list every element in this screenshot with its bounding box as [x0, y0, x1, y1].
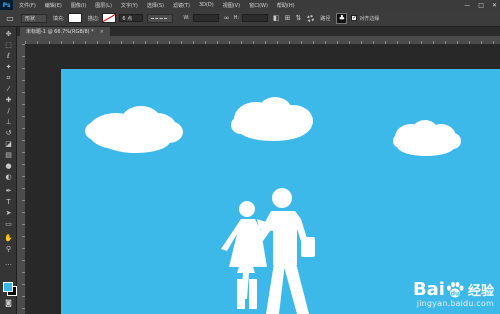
dodge-tool-icon[interactable]: ◐: [4, 173, 13, 181]
history-brush-icon[interactable]: ↺: [4, 129, 13, 137]
mode-select-value: 形状: [25, 15, 36, 22]
menu-image[interactable]: 图像(I): [71, 2, 86, 9]
menu-bar: Ps 文件(F) 编辑(E) 图像(I) 图层(L) 文字(Y) 选择(S) 滤…: [0, 0, 500, 10]
stroke-label: 描边:: [87, 15, 100, 22]
width-field[interactable]: [192, 14, 219, 22]
cloud-middle: [231, 97, 313, 141]
brush-tool-icon[interactable]: ∕: [4, 107, 13, 115]
hand-tool-icon[interactable]: ✋: [4, 234, 13, 242]
menu-file[interactable]: 文件(F): [19, 2, 36, 9]
menu-help[interactable]: 帮助(H): [277, 2, 295, 9]
minimize-button[interactable]: —: [464, 2, 470, 9]
document-tab[interactable]: 未标题-1 @ 66.7%(RGB/8) * ×: [20, 27, 110, 36]
lasso-tool-icon[interactable]: ℓ: [4, 52, 13, 60]
paths-label: 路径: [320, 15, 331, 22]
zoom-tool-icon[interactable]: ⚲: [4, 245, 13, 253]
menu-layer[interactable]: 图层(L): [95, 2, 112, 9]
stroke-swatch[interactable]: [102, 13, 117, 23]
menu-type[interactable]: 文字(Y): [121, 2, 138, 9]
marquee-tool-icon[interactable]: ⬚: [4, 41, 13, 49]
more-tools-icon[interactable]: …: [4, 259, 13, 267]
menu-view[interactable]: 视图(V): [223, 2, 240, 9]
clone-stamp-icon[interactable]: ⊥: [4, 118, 13, 126]
baidu-jingyan-watermark: Bai du 经验 jingyan.baidu.com: [413, 279, 494, 308]
stroke-size-field[interactable]: 6 点: [119, 14, 144, 22]
path-arrangement-icon[interactable]: ⇅: [296, 14, 302, 22]
man-figure: [257, 188, 315, 314]
pen-tool-icon[interactable]: ✒: [4, 187, 13, 195]
cloud-right: [393, 120, 461, 156]
magic-wand-icon[interactable]: ✦: [4, 63, 13, 71]
tool-preset-icon[interactable]: ▭: [3, 12, 17, 24]
tools-panel: ✥ ⬚ ℓ ✦ ⌗ ⁄ ✚ ∕ ⊥ ↺ ◪ ▤ ● ◐ ✒ T ➤ ▭ ✋ ⚲ …: [0, 27, 17, 314]
quick-mask-icon[interactable]: ◙: [4, 299, 13, 307]
cloud-left: [85, 106, 183, 153]
link-icon[interactable]: ∞: [224, 14, 230, 22]
shape-align-icon[interactable]: ♣: [336, 12, 348, 24]
vertical-ruler[interactable]: [17, 44, 26, 314]
close-icon[interactable]: ×: [100, 29, 104, 35]
maximize-button[interactable]: □: [478, 2, 484, 9]
stroke-type-select[interactable]: [147, 13, 174, 23]
watermark-url: jingyan.baidu.com: [416, 299, 494, 308]
fill-label: 填充:: [53, 15, 65, 22]
h-label: H:: [233, 15, 240, 21]
path-operations-icon[interactable]: ◧: [273, 14, 280, 22]
menu-edit[interactable]: 编辑(E): [45, 2, 62, 9]
close-button[interactable]: ✕: [492, 2, 497, 9]
mode-select[interactable]: 形状: [21, 13, 47, 23]
svg-text:du: du: [451, 290, 460, 297]
w-label: W:: [183, 15, 190, 21]
options-bar: ▭ 形状 填充: 描边: 6 点 W: ∞ H: ◧ ⊞ ⇅ 路径 ♣ ✓ 对齐…: [0, 10, 500, 27]
gradient-tool-icon[interactable]: ▤: [4, 151, 13, 159]
shape-tool-icon[interactable]: ▭: [4, 220, 13, 228]
watermark-brand-left: Bai: [412, 279, 445, 300]
menu-3d[interactable]: 3D(D): [199, 2, 214, 8]
stroke-size-value: 6 点: [122, 15, 133, 22]
fill-swatch[interactable]: [67, 13, 82, 23]
ruler-origin[interactable]: [17, 36, 25, 44]
eyedropper-icon[interactable]: ⁄: [4, 85, 13, 93]
type-tool-icon[interactable]: T: [4, 198, 13, 206]
gear-icon[interactable]: [307, 14, 315, 22]
eraser-icon[interactable]: ◪: [4, 140, 13, 148]
paw-icon: du: [446, 281, 464, 297]
path-alignment-icon[interactable]: ⊞: [285, 14, 291, 22]
watermark-brand-cn: 经验: [467, 284, 494, 299]
canvas-artwork: [85, 97, 461, 314]
window-controls: — □ ✕: [464, 0, 497, 10]
align-edges-checkbox[interactable]: ✓: [351, 15, 358, 21]
healing-brush-icon[interactable]: ✚: [4, 96, 13, 104]
document-tab-title: 未标题-1 @ 66.7%(RGB/8) *: [26, 29, 94, 35]
path-selection-icon[interactable]: ➤: [4, 209, 13, 217]
move-tool-icon[interactable]: ✥: [4, 30, 13, 38]
document-canvas[interactable]: Bai du 经验 jingyan.baidu.com: [61, 69, 500, 314]
menu-window[interactable]: 窗口(W): [249, 2, 268, 9]
align-edges-label: 对齐边缘: [359, 15, 380, 22]
foreground-color-swatch[interactable]: [3, 282, 13, 292]
menu-select[interactable]: 选择(S): [147, 2, 164, 9]
blur-tool-icon[interactable]: ●: [4, 162, 13, 170]
document-tab-bar: 未标题-1 @ 66.7%(RGB/8) * ×: [17, 27, 500, 36]
dash-line-icon: [151, 17, 168, 19]
horizontal-ruler[interactable]: [25, 36, 500, 45]
photoshop-logo: Ps: [0, 0, 13, 10]
crop-tool-icon[interactable]: ⌗: [4, 74, 13, 82]
height-field[interactable]: [242, 14, 269, 22]
woman-figure: [221, 201, 275, 309]
menu-filter[interactable]: 滤镜(T): [173, 2, 190, 9]
